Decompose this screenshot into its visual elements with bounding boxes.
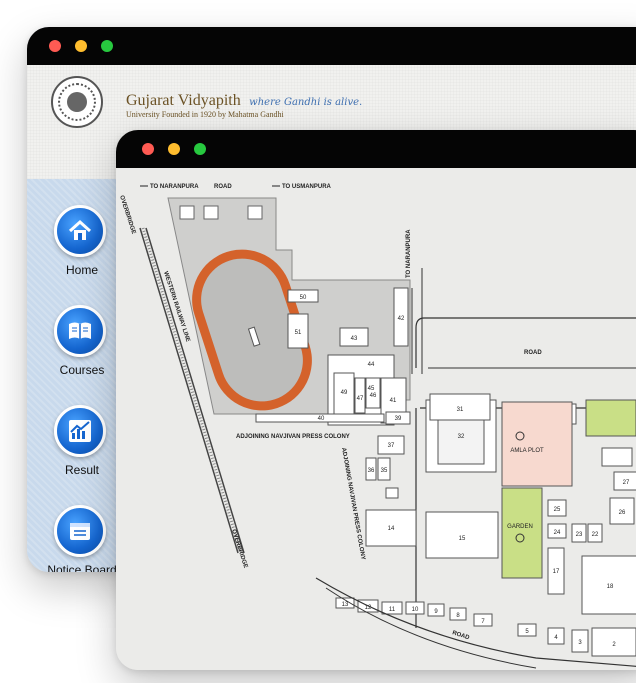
svg-text:10: 10 xyxy=(412,607,419,613)
amla-plot[interactable] xyxy=(501,401,573,487)
svg-text:18: 18 xyxy=(607,584,614,590)
svg-text:46: 46 xyxy=(370,393,377,399)
brand-name: Gujarat Vidyapith xyxy=(126,92,241,109)
svg-text:11: 11 xyxy=(389,607,396,613)
window-titlebar xyxy=(27,27,636,65)
home-icon xyxy=(54,205,106,257)
svg-text:22: 22 xyxy=(592,532,599,538)
svg-text:39: 39 xyxy=(395,416,402,422)
nav-label-result: Result xyxy=(64,463,99,477)
svg-text:32: 32 xyxy=(458,434,465,440)
book-icon xyxy=(54,305,106,357)
nav-item-courses[interactable]: Courses xyxy=(27,305,119,395)
garden-label: GARDEN xyxy=(507,524,533,530)
label-adjoining-colony: ADJOINING NAVJIVAN PRESS COLONY xyxy=(236,434,350,440)
campus-map[interactable]: 50 51 43 44 49 47 46 41 42 45 40 39 3736 35 323… xyxy=(116,168,636,670)
svg-text:14: 14 xyxy=(388,526,395,532)
svg-text:47: 47 xyxy=(357,396,364,402)
svg-text:37: 37 xyxy=(388,443,395,449)
amla-plot-label: AMLA PLOT xyxy=(510,448,544,454)
svg-text:51: 51 xyxy=(295,330,302,336)
nav-item-notice-board[interactable]: Notice Board xyxy=(27,505,119,572)
chart-icon xyxy=(54,405,106,457)
svg-text:31: 31 xyxy=(457,407,464,413)
svg-text:45: 45 xyxy=(368,386,375,392)
university-seal-logo[interactable] xyxy=(51,76,103,128)
svg-text:50: 50 xyxy=(300,295,307,301)
close-button[interactable] xyxy=(142,143,154,155)
svg-text:40: 40 xyxy=(318,416,325,422)
label-to-naranpura-top: TO NARANPURA xyxy=(150,184,199,190)
campus-map-window: 50 51 43 44 49 47 46 41 42 45 40 39 37 3… xyxy=(116,130,636,670)
maximize-button[interactable] xyxy=(101,40,113,52)
notice-icon xyxy=(54,505,106,557)
svg-text:35: 35 xyxy=(381,468,388,474)
svg-text:43: 43 xyxy=(351,336,358,342)
brand-tagline: where Gandhi is alive. xyxy=(249,97,363,108)
svg-text:49: 49 xyxy=(341,390,348,396)
nav-label-home: Home xyxy=(65,263,98,277)
window-titlebar xyxy=(116,130,636,168)
svg-text:36: 36 xyxy=(368,468,375,474)
svg-text:26: 26 xyxy=(619,510,626,516)
building-38[interactable] xyxy=(385,487,399,499)
nav-item-result[interactable]: Result xyxy=(27,405,119,495)
maximize-button[interactable] xyxy=(194,143,206,155)
garden[interactable] xyxy=(501,487,543,579)
minimize-button[interactable] xyxy=(75,40,87,52)
svg-text:13: 13 xyxy=(342,602,349,608)
close-button[interactable] xyxy=(49,40,61,52)
label-to-naranpura-side: TO NARANPURA xyxy=(406,229,412,278)
svg-text:44: 44 xyxy=(368,362,375,368)
svg-text:23: 23 xyxy=(576,532,583,538)
svg-text:27: 27 xyxy=(623,480,630,486)
label-to-usmanpura: TO USMANPURA xyxy=(282,184,332,190)
svg-text:17: 17 xyxy=(553,569,560,575)
label-road-mid: ROAD xyxy=(524,350,542,356)
svg-text:15: 15 xyxy=(459,536,466,542)
building-15[interactable] xyxy=(425,511,499,559)
nav-label-courses: Courses xyxy=(59,363,105,377)
sidebar-nav: Home Courses Result Notice Board xyxy=(27,179,119,572)
brand-subtitle: University Founded in 1920 by Mahatma Ga… xyxy=(126,110,284,119)
nav-item-home[interactable]: Home xyxy=(27,205,119,295)
site-brand: Gujarat Vidyapith where Gandhi is alive. xyxy=(126,92,362,110)
building-16[interactable] xyxy=(601,447,633,467)
nav-label-notice-board: Notice Board xyxy=(47,563,117,572)
svg-text:42: 42 xyxy=(398,316,405,322)
label-road-top: ROAD xyxy=(214,184,232,190)
svg-text:41: 41 xyxy=(390,398,397,404)
minimize-button[interactable] xyxy=(168,143,180,155)
svg-text:25: 25 xyxy=(554,507,561,513)
svg-text:24: 24 xyxy=(554,530,561,536)
